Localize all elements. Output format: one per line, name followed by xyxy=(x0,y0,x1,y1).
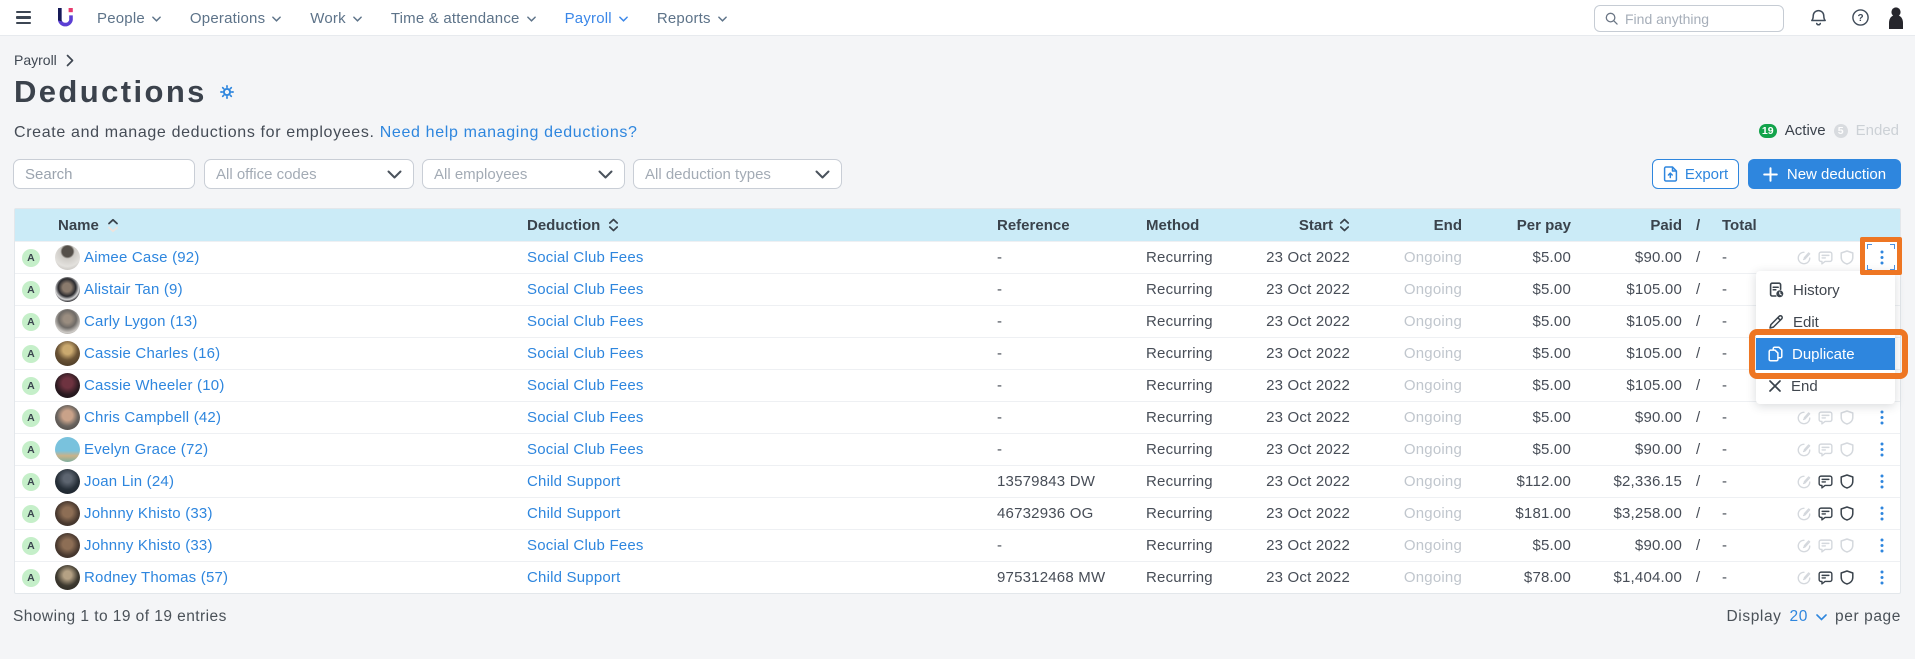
svg-text:?: ? xyxy=(1857,13,1863,24)
